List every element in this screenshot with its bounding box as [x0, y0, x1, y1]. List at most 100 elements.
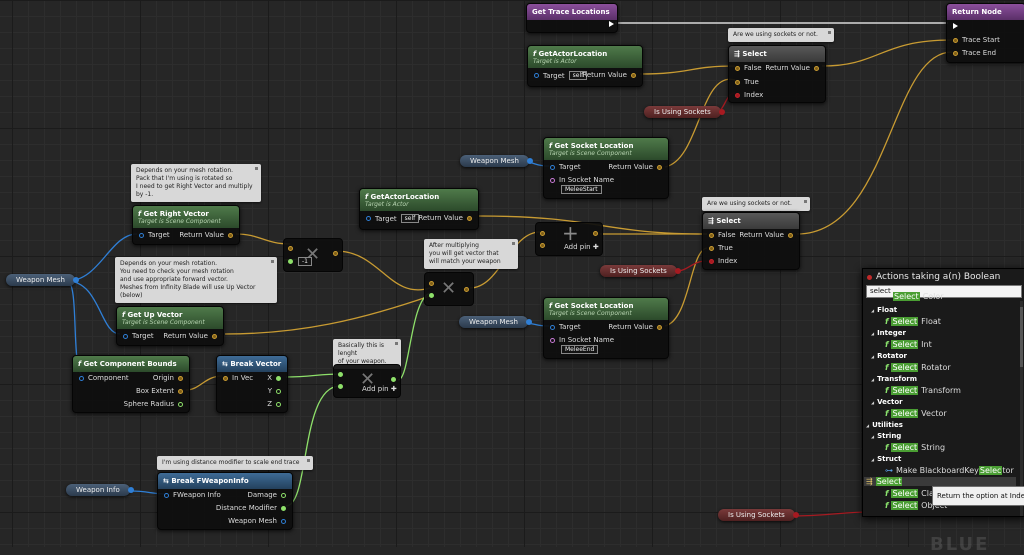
- output-pin[interactable]: [464, 287, 469, 292]
- input-b-pin[interactable]: [429, 293, 434, 298]
- weapon-mesh-variable[interactable]: Weapon Mesh: [459, 316, 532, 328]
- return-pin[interactable]: [228, 232, 233, 238]
- output-pin[interactable]: [391, 377, 396, 382]
- trace-start-pin[interactable]: [953, 37, 958, 43]
- bool-pin[interactable]: [792, 512, 799, 518]
- multiply-node[interactable]: ✕: [424, 272, 474, 306]
- sphere-radius-pin[interactable]: [178, 401, 183, 407]
- menu-category-string[interactable]: String: [871, 432, 901, 440]
- break-weaponinfo-node[interactable]: ⇆ Break FWeaponInfo FWeapon Info Damage …: [157, 472, 293, 530]
- break-vector-node[interactable]: ⇆ Break Vector In Vec X Y Z: [216, 355, 288, 413]
- menu-category-utilities[interactable]: Utilities: [866, 421, 903, 429]
- is-using-sockets-variable[interactable]: Is Using Sockets: [644, 106, 725, 118]
- input-a-pin[interactable]: [288, 246, 293, 251]
- get-component-bounds-node[interactable]: f Get Component Bounds Component Origin …: [72, 355, 190, 413]
- menu-category-rotator[interactable]: Rotator: [871, 352, 907, 360]
- target-pin[interactable]: [534, 73, 539, 78]
- distance-modifier-pin[interactable]: [281, 505, 286, 511]
- menu-item-select-transform[interactable]: f Select Transform: [885, 386, 961, 395]
- menu-category-vector[interactable]: Vector: [871, 398, 903, 406]
- weapon-info-pin[interactable]: [164, 492, 169, 498]
- get-trace-locations-node[interactable]: Get Trace Locations: [526, 3, 618, 33]
- input-a-pin[interactable]: [338, 372, 343, 377]
- true-pin[interactable]: [735, 79, 740, 85]
- input-b-pin[interactable]: [540, 243, 545, 248]
- get-socket-location-node[interactable]: f Get Socket Location Target is Scene Com…: [543, 137, 669, 199]
- object-pin[interactable]: [526, 158, 533, 164]
- multiply-node[interactable]: ✕ -1: [283, 238, 343, 272]
- input-a-pin[interactable]: [540, 231, 545, 236]
- menu-scrollbar[interactable]: [1020, 301, 1023, 516]
- object-pin[interactable]: [525, 319, 532, 325]
- scrollbar-thumb[interactable]: [1020, 307, 1023, 367]
- target-pin[interactable]: [123, 333, 128, 339]
- menu-category-struct[interactable]: Struct: [871, 455, 901, 463]
- return-pin[interactable]: [212, 333, 217, 339]
- exec-in-pin[interactable]: [953, 23, 958, 29]
- comment-distance[interactable]: I'm using distance modifier to scale end…: [157, 456, 313, 470]
- false-pin[interactable]: [709, 232, 714, 238]
- add-pin-button[interactable]: Add pin ✚: [564, 243, 599, 251]
- target-pin[interactable]: [366, 216, 371, 221]
- true-pin[interactable]: [709, 245, 714, 251]
- menu-item-make-blackboard-key-selector[interactable]: ⊶ Make BlackboardKey Selec tor: [885, 466, 1014, 475]
- weapon-mesh-variable[interactable]: Weapon Mesh: [6, 274, 79, 286]
- index-pin[interactable]: [709, 258, 714, 264]
- menu-item-select-vector[interactable]: f Select Vector: [885, 409, 947, 418]
- z-pin[interactable]: [276, 401, 281, 407]
- socket-name-field[interactable]: MeleeStart: [561, 185, 602, 194]
- menu-item-select-color[interactable]: Select Color: [893, 292, 944, 301]
- y-pin[interactable]: [276, 388, 281, 394]
- comment-right-vector[interactable]: Depends on your mesh rotation. Pack that…: [131, 164, 261, 202]
- target-pin[interactable]: [550, 164, 555, 170]
- return-pin[interactable]: [814, 65, 819, 71]
- get-actor-location-node[interactable]: f GetActorLocation Target is Actor Target…: [359, 188, 479, 230]
- component-pin[interactable]: [79, 375, 84, 381]
- return-pin[interactable]: [657, 164, 662, 170]
- socket-name-pin[interactable]: [550, 177, 555, 183]
- index-pin[interactable]: [735, 92, 740, 98]
- menu-item-select-string[interactable]: f Select String: [885, 443, 945, 452]
- return-pin[interactable]: [657, 324, 662, 330]
- input-a-pin[interactable]: [429, 281, 434, 286]
- return-pin[interactable]: [631, 72, 636, 78]
- is-using-sockets-variable[interactable]: Is Using Sockets: [718, 509, 799, 521]
- menu-category-transform[interactable]: Transform: [871, 375, 917, 383]
- action-search-input[interactable]: select: [866, 285, 1022, 298]
- comment-sockets[interactable]: Are we using sockets or not.: [728, 28, 834, 42]
- origin-pin[interactable]: [178, 375, 183, 381]
- weapon-mesh-variable[interactable]: Weapon Mesh: [460, 155, 533, 167]
- return-pin[interactable]: [788, 232, 793, 238]
- false-pin[interactable]: [735, 65, 740, 71]
- x-pin[interactable]: [276, 375, 281, 381]
- add-vector-node[interactable]: + Add pin ✚: [535, 221, 603, 256]
- in-vec-pin[interactable]: [223, 375, 228, 381]
- menu-item-select-rotator[interactable]: f Select Rotator: [885, 363, 951, 372]
- comment-sockets[interactable]: Are we using sockets or not.: [702, 197, 810, 211]
- action-menu[interactable]: Actions taking a(n) Boolean select Selec…: [862, 268, 1024, 517]
- menu-item-select[interactable]: ⇶ Select: [864, 477, 1016, 486]
- comment-multiply[interactable]: After multiplying you will get vector th…: [424, 239, 518, 269]
- input-b-pin[interactable]: [288, 259, 293, 264]
- get-socket-location-node[interactable]: f Get Socket Location Target is Scene Com…: [543, 297, 669, 359]
- select-node[interactable]: ⇶ Select False True Index Return Value: [728, 45, 826, 103]
- weapon-mesh-pin[interactable]: [281, 518, 286, 524]
- comment-up-vector[interactable]: Depends on your mesh rotation. You need …: [115, 257, 277, 303]
- box-extent-pin[interactable]: [178, 388, 183, 394]
- object-pin[interactable]: [72, 277, 79, 283]
- struct-pin[interactable]: [127, 487, 134, 493]
- bool-pin[interactable]: [718, 109, 725, 115]
- damage-pin[interactable]: [281, 492, 286, 498]
- add-pin-button[interactable]: Add pin ✚: [362, 385, 397, 393]
- bool-pin[interactable]: [674, 268, 681, 274]
- multiplier-field[interactable]: -1: [298, 257, 312, 266]
- output-pin[interactable]: [593, 231, 598, 236]
- get-right-vector-node[interactable]: f Get Right Vector Target is Scene Compon…: [132, 205, 240, 245]
- output-pin[interactable]: [333, 251, 338, 256]
- menu-item-select-float[interactable]: f Select Float: [885, 317, 941, 326]
- return-pin[interactable]: [467, 215, 472, 221]
- menu-item-select-int[interactable]: f Select Int: [885, 340, 932, 349]
- get-actor-location-node[interactable]: f GetActorLocation Target is Actor Target…: [527, 45, 643, 87]
- input-b-pin[interactable]: [338, 384, 343, 389]
- target-pin[interactable]: [550, 324, 555, 330]
